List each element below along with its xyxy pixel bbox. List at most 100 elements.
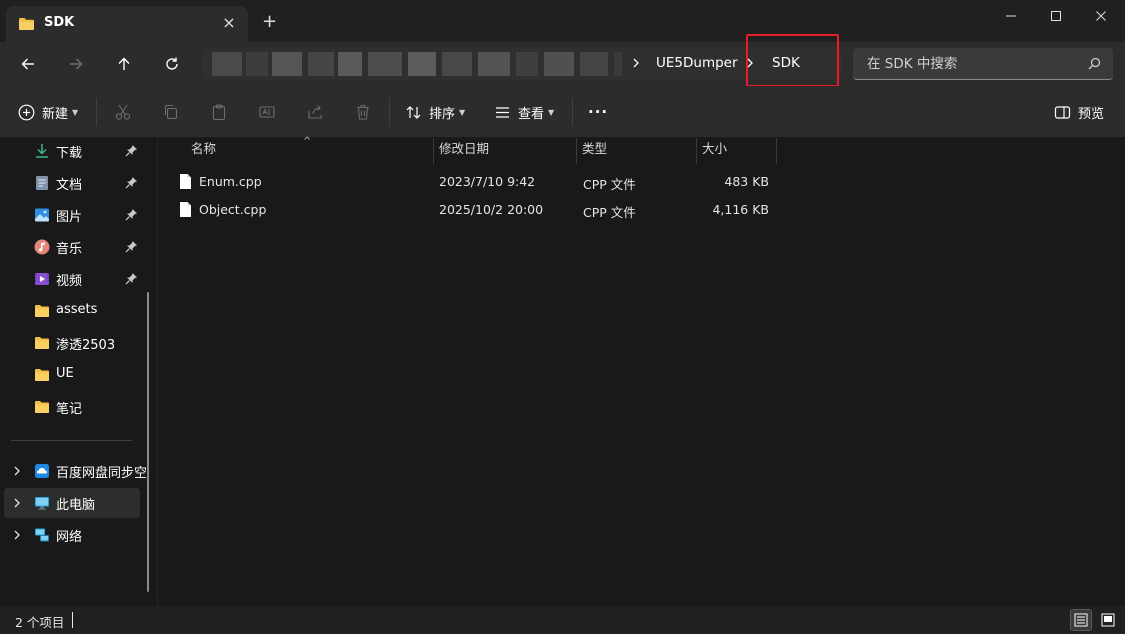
sidebar-item-pictures[interactable]: 图片 xyxy=(0,200,145,230)
more-options-button[interactable]: ... xyxy=(588,96,608,120)
column-header-type[interactable]: 类型 xyxy=(576,138,696,164)
toolbar-divider xyxy=(96,98,97,126)
scissors-icon xyxy=(115,104,131,120)
rename-button[interactable] xyxy=(258,100,276,124)
redacted-path-segment xyxy=(308,52,334,76)
redacted-path-segment xyxy=(338,52,362,76)
pin-icon[interactable] xyxy=(125,240,138,253)
file-list-pane: ^ 名称 修改日期 类型 大小 Enum.cpp 2023/7/10 9:42 … xyxy=(159,136,1125,606)
computer-icon xyxy=(35,497,49,510)
command-bar: 新建 ▼ 排序 ▼ 查看 ▼ ... 预览 xyxy=(0,86,1125,138)
view-button-label: 查看 xyxy=(518,106,545,122)
back-button[interactable] xyxy=(14,50,42,78)
document-icon xyxy=(36,176,48,190)
cut-button[interactable] xyxy=(114,100,132,124)
search-icon xyxy=(1088,57,1101,70)
sidebar-item-label: UE xyxy=(56,366,74,381)
preview-button[interactable]: 预览 xyxy=(1054,100,1104,124)
view-button[interactable]: 查看 ▼ xyxy=(494,100,554,124)
maximize-button[interactable] xyxy=(1033,0,1079,32)
large-icons-view-button[interactable] xyxy=(1097,609,1119,631)
sidebar-item-label: 网络 xyxy=(56,530,83,545)
pin-icon[interactable] xyxy=(125,176,138,189)
sidebar-item-assets[interactable]: assets xyxy=(0,296,145,326)
sidebar-scrollbar[interactable] xyxy=(147,292,149,592)
tab-sdk[interactable]: SDK × xyxy=(6,6,248,42)
clipboard-icon xyxy=(212,104,226,121)
redacted-path-segment xyxy=(478,52,510,76)
close-button[interactable] xyxy=(1078,0,1124,32)
file-name: Object.cpp xyxy=(199,202,267,217)
file-size: 4,116 KB xyxy=(712,202,769,217)
new-button[interactable]: 新建 ▼ xyxy=(18,100,78,124)
video-icon xyxy=(35,273,49,285)
sidebar-item-label: 百度网盘同步空 xyxy=(56,466,148,481)
search-box[interactable] xyxy=(853,48,1113,80)
minimize-button[interactable] xyxy=(988,0,1034,32)
sidebar-item-label: assets xyxy=(56,302,98,317)
sidebar-item-pentest2503[interactable]: 渗透2503 xyxy=(0,328,145,358)
copy-button[interactable] xyxy=(162,100,180,124)
arrow-left-icon xyxy=(21,58,34,70)
file-row-object-cpp[interactable]: Object.cpp 2025/10/2 20:00 CPP 文件 4,116 … xyxy=(173,196,783,224)
chevron-right-icon[interactable] xyxy=(10,496,24,510)
file-size: 483 KB xyxy=(724,174,769,189)
delete-button[interactable] xyxy=(354,100,372,124)
chevron-right-icon[interactable] xyxy=(10,464,24,478)
column-header-name[interactable]: 名称 xyxy=(185,138,433,164)
redacted-path-segment xyxy=(544,52,574,76)
preview-pane-icon xyxy=(1054,105,1071,119)
chevron-right-icon[interactable] xyxy=(10,528,24,542)
details-view-icon xyxy=(1074,613,1088,627)
close-icon xyxy=(1096,11,1106,21)
trash-icon xyxy=(357,104,369,120)
sidebar-item-network[interactable]: 网络 xyxy=(0,520,145,550)
column-header-size[interactable]: 大小 xyxy=(696,138,776,164)
search-input[interactable] xyxy=(867,54,1067,74)
details-view-button[interactable] xyxy=(1070,609,1092,631)
share-icon xyxy=(308,105,322,119)
sort-button[interactable]: 排序 ▼ xyxy=(405,100,465,124)
download-icon xyxy=(36,144,48,158)
file-type: CPP 文件 xyxy=(583,205,636,220)
sidebar-item-documents[interactable]: 文档 xyxy=(0,168,145,198)
up-button[interactable] xyxy=(110,50,138,78)
sidebar-item-baidu-netdisk[interactable]: 百度网盘同步空 xyxy=(0,456,148,486)
music-icon xyxy=(34,239,50,255)
breadcrumb-ue5dumper[interactable]: UE5Dumper xyxy=(656,55,738,71)
sidebar-item-ue[interactable]: UE xyxy=(0,360,145,390)
cloud-sync-icon xyxy=(35,464,49,478)
file-date-modified: 2023/7/10 9:42 xyxy=(439,174,536,189)
pin-icon[interactable] xyxy=(125,272,138,285)
paste-button[interactable] xyxy=(210,100,228,124)
folder-icon xyxy=(35,305,49,317)
redacted-path-segment xyxy=(516,52,538,76)
share-button[interactable] xyxy=(306,100,324,124)
file-date-modified: 2025/10/2 20:00 xyxy=(439,202,544,217)
pin-icon[interactable] xyxy=(125,208,138,221)
view-list-icon xyxy=(496,106,509,118)
tab-close-button[interactable]: × xyxy=(220,14,238,32)
column-divider[interactable] xyxy=(776,138,777,164)
refresh-button[interactable] xyxy=(158,50,186,78)
sidebar-item-notes[interactable]: 笔记 xyxy=(0,392,145,422)
sidebar-item-music[interactable]: 音乐 xyxy=(0,232,145,262)
sidebar-item-videos[interactable]: 视频 xyxy=(0,264,145,294)
annotation-highlight-box xyxy=(746,34,839,87)
redacted-path-segment xyxy=(368,52,402,76)
redacted-path-segment xyxy=(580,52,608,76)
redacted-path-segment xyxy=(212,52,242,76)
navigation-pane: 下载 文档 图片 音乐 视频 assets 渗透2503 UE 笔记 百度网盘同… xyxy=(0,138,158,606)
sidebar-item-downloads[interactable]: 下载 xyxy=(0,136,145,166)
chevron-right-icon xyxy=(633,58,639,68)
sidebar-item-label: 图片 xyxy=(56,210,83,225)
sidebar-item-this-pc[interactable]: 此电脑 xyxy=(4,488,140,518)
sidebar-divider xyxy=(11,440,132,441)
arrow-up-icon xyxy=(118,57,130,70)
pin-icon[interactable] xyxy=(125,144,138,157)
new-button-label: 新建 xyxy=(42,106,69,122)
column-header-date-modified[interactable]: 修改日期 xyxy=(433,138,577,164)
new-tab-button[interactable]: + xyxy=(262,13,277,31)
file-row-enum-cpp[interactable]: Enum.cpp 2023/7/10 9:42 CPP 文件 483 KB xyxy=(173,168,783,196)
forward-button[interactable] xyxy=(62,50,90,78)
